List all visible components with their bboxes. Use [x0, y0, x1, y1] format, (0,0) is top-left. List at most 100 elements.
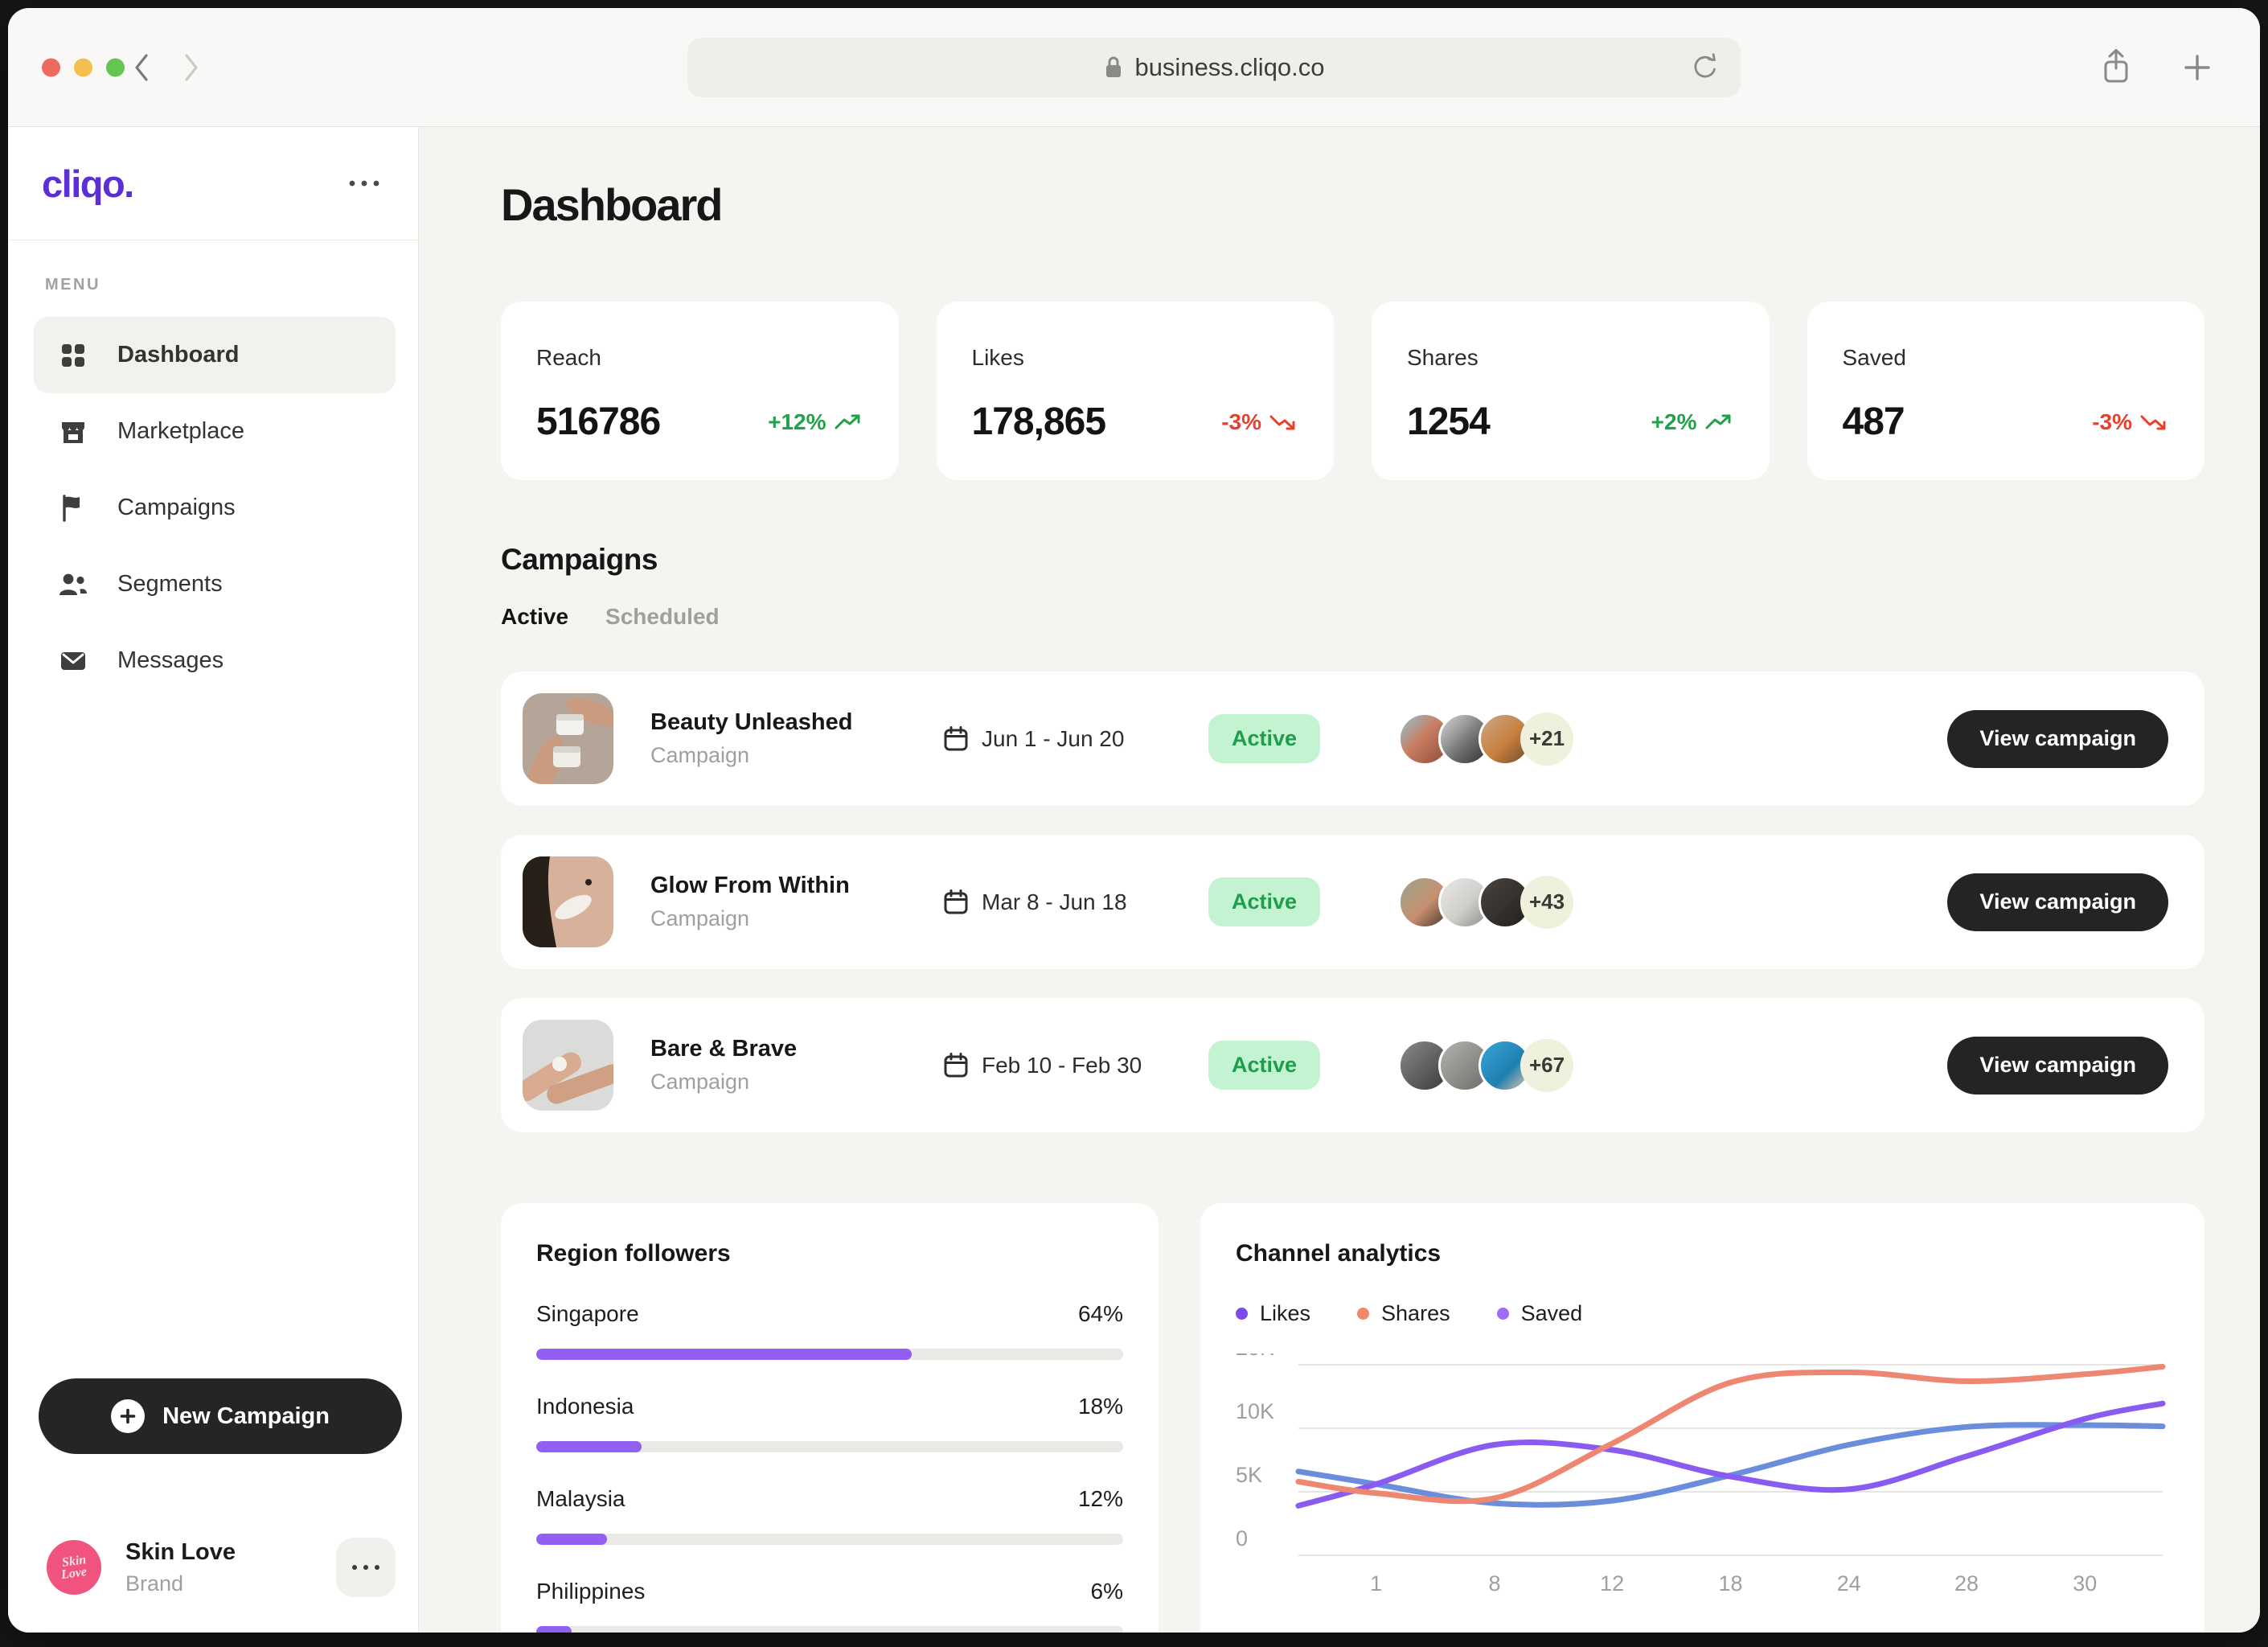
- campaign-date-text: Jun 1 - Jun 20: [982, 726, 1124, 752]
- stat-delta-text: -3%: [1221, 409, 1261, 435]
- legend-label: Shares: [1381, 1301, 1450, 1326]
- stats-row: Reach 516786 +12% Likes 178,865: [501, 302, 2204, 480]
- sidebar-more-icon[interactable]: [346, 179, 383, 188]
- region-pct: 64%: [1078, 1301, 1123, 1327]
- menu-section-label: MENU: [45, 276, 418, 294]
- minimize-button[interactable]: [74, 58, 92, 76]
- sidebar-item-messages[interactable]: Messages: [34, 622, 396, 699]
- new-campaign-button[interactable]: New Campaign: [39, 1378, 402, 1454]
- chart-legend: Likes Shares Saved: [1236, 1301, 2169, 1326]
- brand-row: Skin Love Skin Love Brand: [39, 1538, 396, 1597]
- stat-label: Shares: [1407, 345, 1734, 371]
- flag-icon: [58, 494, 88, 523]
- region-progress-track: [536, 1349, 1123, 1360]
- campaign-thumbnail: [523, 1020, 613, 1111]
- stat-label: Likes: [972, 345, 1299, 371]
- address-bar[interactable]: business.cliqo.co: [687, 38, 1741, 97]
- sidebar-logo-row: cliqo.: [8, 127, 418, 240]
- chart-line-saved: [1298, 1403, 2163, 1505]
- region-pct: 6%: [1091, 1579, 1123, 1604]
- region-pct: 12%: [1078, 1486, 1123, 1512]
- campaign-name-col: Glow From Within Campaign: [650, 873, 908, 931]
- campaign-name: Beauty Unleashed: [650, 709, 908, 736]
- legend-item-saved: Saved: [1497, 1301, 1583, 1326]
- close-button[interactable]: [42, 58, 60, 76]
- back-icon[interactable]: [130, 50, 153, 85]
- brand-more-button[interactable]: [336, 1538, 396, 1597]
- campaign-avatars: +43: [1398, 876, 1573, 929]
- svg-text:1: 1: [1370, 1571, 1382, 1596]
- view-campaign-button[interactable]: View campaign: [1947, 873, 2168, 931]
- campaign-avatars: +67: [1398, 1039, 1573, 1092]
- stat-label: Saved: [1843, 345, 2170, 371]
- view-campaign-button[interactable]: View campaign: [1947, 710, 2168, 768]
- campaign-tabs: Active Scheduled: [501, 604, 2204, 630]
- envelope-icon: [58, 647, 88, 676]
- share-icon[interactable]: [2099, 47, 2133, 88]
- avatar-overflow-count: +67: [1520, 1039, 1573, 1092]
- campaign-dates: Feb 10 - Feb 30: [943, 1052, 1208, 1079]
- stat-delta: -3%: [1221, 409, 1298, 435]
- stat-value: 487: [1843, 400, 1905, 444]
- tab-scheduled[interactable]: Scheduled: [605, 604, 720, 630]
- sidebar-item-label: Segments: [117, 571, 223, 598]
- campaign-type: Campaign: [650, 1070, 908, 1095]
- campaign-name-col: Beauty Unleashed Campaign: [650, 709, 908, 768]
- channel-analytics-panel: Channel analytics Likes Shares Saved: [1200, 1203, 2204, 1633]
- zoom-button[interactable]: [106, 58, 125, 76]
- trend-up-icon: [1705, 413, 1734, 431]
- stat-card-saved: Saved 487 -3%: [1807, 302, 2205, 480]
- new-tab-icon[interactable]: [2180, 50, 2215, 85]
- trend-up-icon: [835, 413, 863, 431]
- stat-card-likes: Likes 178,865 -3%: [937, 302, 1335, 480]
- page-title: Dashboard: [501, 179, 2204, 231]
- campaign-dates: Jun 1 - Jun 20: [943, 725, 1208, 753]
- channel-analytics-title: Channel analytics: [1236, 1240, 2169, 1267]
- sidebar-bottom: New Campaign Skin Love Skin Love Brand: [8, 1378, 418, 1633]
- stat-delta: +12%: [768, 409, 863, 435]
- region-pct: 18%: [1078, 1394, 1123, 1419]
- calendar-icon: [943, 889, 969, 916]
- stat-delta-text: +12%: [768, 409, 826, 435]
- svg-text:30: 30: [2073, 1571, 2097, 1596]
- traffic-lights: [42, 58, 125, 76]
- campaign-thumbnail: [523, 693, 613, 784]
- campaign-thumbnail: [523, 856, 613, 947]
- stat-label: Reach: [536, 345, 863, 371]
- brand-avatar-text: Love: [60, 1566, 88, 1581]
- view-campaign-button[interactable]: View campaign: [1947, 1037, 2168, 1095]
- line-chart: 20K10K5K0181218242830: [1236, 1353, 2169, 1619]
- svg-text:28: 28: [1954, 1571, 1979, 1596]
- sidebar-item-marketplace[interactable]: Marketplace: [34, 393, 396, 470]
- tab-active[interactable]: Active: [501, 604, 568, 630]
- region-progress-track: [536, 1626, 1123, 1633]
- campaign-name-col: Bare & Brave Campaign: [650, 1036, 908, 1095]
- svg-text:10K: 10K: [1236, 1399, 1274, 1423]
- legend-label: Saved: [1521, 1301, 1583, 1326]
- calendar-icon: [943, 725, 969, 753]
- legend-label: Likes: [1260, 1301, 1310, 1326]
- status-badge: Active: [1208, 1041, 1320, 1090]
- reload-icon[interactable]: [1691, 53, 1720, 82]
- chrome-right-icons: [2099, 47, 2215, 88]
- sidebar: cliqo. MENU Dashboard Mark: [8, 127, 419, 1633]
- app-body: cliqo. MENU Dashboard Mark: [8, 127, 2260, 1633]
- forward-icon[interactable]: [180, 50, 203, 85]
- region-label: Malaysia: [536, 1486, 625, 1512]
- sidebar-item-campaigns[interactable]: Campaigns: [34, 470, 396, 546]
- avatar-overflow-count: +21: [1520, 713, 1573, 766]
- region-progress-track: [536, 1441, 1123, 1452]
- sidebar-item-segments[interactable]: Segments: [34, 546, 396, 622]
- region-row: Singapore 64%: [536, 1301, 1123, 1360]
- region-row: Indonesia 18%: [536, 1394, 1123, 1452]
- campaign-status-col: Active: [1208, 877, 1398, 926]
- url-text: business.cliqo.co: [1134, 53, 1324, 82]
- address-bar-content: business.cliqo.co: [1103, 53, 1324, 82]
- campaigns-heading: Campaigns: [501, 543, 2204, 577]
- stat-delta-text: +2%: [1651, 409, 1697, 435]
- browser-chrome: business.cliqo.co: [8, 8, 2260, 127]
- legend-item-likes: Likes: [1236, 1301, 1310, 1326]
- sidebar-item-dashboard[interactable]: Dashboard: [34, 317, 396, 393]
- brand-name: Skin Love: [125, 1539, 236, 1566]
- campaign-date-text: Mar 8 - Jun 18: [982, 889, 1127, 915]
